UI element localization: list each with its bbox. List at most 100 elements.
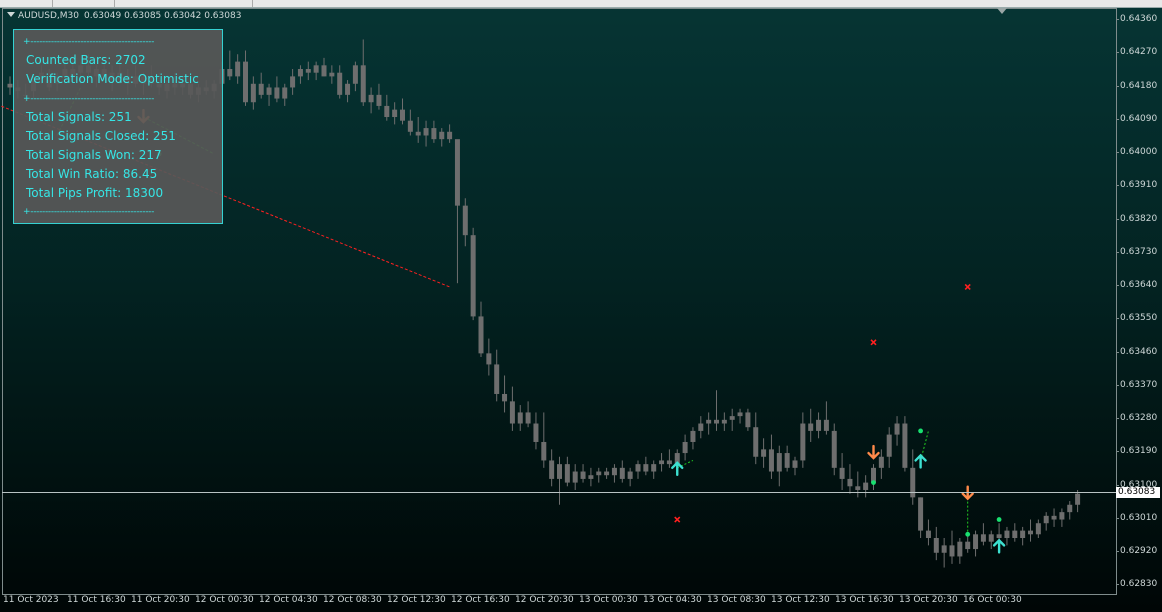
price-tick-mark [1116,185,1119,187]
price-tick-label: 0.63820 [1120,213,1158,224]
price-tick-mark [1116,118,1119,120]
time-tick-label: 12 Oct 12:30 [387,595,446,605]
candle-body [533,423,539,442]
price-tick-mark [1116,551,1119,552]
candle-body [753,427,759,457]
candle-body [1067,504,1073,513]
candle-body [949,545,955,557]
candle-body [470,235,476,317]
stats-panel: +---------------------------------------… [13,29,223,224]
candle-body [1004,530,1010,538]
candle-body [517,412,523,424]
candle-body [337,72,343,95]
price-tick-label: 0.64090 [1120,113,1158,124]
candle-body [266,87,272,95]
candle-body [1020,530,1026,538]
price-tick-label: 0.64360 [1120,14,1158,24]
candle-body [902,423,908,468]
price-tick-label: 0.63910 [1120,180,1158,191]
candle-body [431,128,437,140]
loss-cross-icon [964,283,971,290]
chart-shift-marker-icon[interactable] [997,8,1007,14]
price-tick-label: 0.63640 [1120,280,1158,290]
price-tick-label: 0.64270 [1120,47,1158,58]
sell-arrow-icon [867,444,880,460]
candle-body [274,87,280,99]
candle-body [478,316,484,354]
chart-window[interactable]: AUDUSD,M30 0.63049 0.63085 0.63042 0.6308… [0,0,1162,612]
candle-body [250,83,256,103]
candle-body [243,61,248,103]
price-tick-label: 0.63550 [1120,313,1158,324]
candle-body [933,537,939,553]
candle-body [745,412,751,428]
time-tick-label: 13 Oct 04:30 [643,595,702,605]
candle-body [698,423,704,431]
time-tick-label: 11 Oct 16:30 [67,595,126,605]
loss-cross-icon [674,516,681,523]
candle-body [604,471,610,476]
price-tick-mark [1116,318,1119,320]
candle-body [258,83,264,95]
candle-body [227,69,233,77]
time-tick-label: 12 Oct 04:30 [259,595,318,605]
candle-body [611,467,617,476]
price-tick-label: 0.63190 [1120,446,1158,457]
price-tick-mark [1116,517,1119,519]
candle-body [761,449,767,457]
price-tick-label: 0.63010 [1120,512,1158,523]
price-tick-mark [1116,285,1119,286]
price-tick-mark [1116,218,1119,220]
price-tick-mark [1116,152,1119,153]
candle-body [297,69,303,77]
panel-separator: +---------------------------------------… [23,207,155,217]
price-tick-label: 0.63460 [1120,346,1158,357]
price-tick-mark [1116,584,1119,586]
candle-body [564,464,570,483]
candle-body [290,76,296,88]
candle-body [1075,493,1081,505]
symbol-name: AUDUSD,M30 [18,11,79,21]
time-tick-label: 12 Oct 00:30 [195,595,254,605]
candle-body [839,467,845,479]
candle-body [392,109,398,118]
candle-body [345,83,351,95]
time-tick-label: 13 Oct 12:30 [771,595,830,605]
candle-body [376,94,382,106]
candle-body [957,541,963,557]
candle-body [706,419,712,424]
candle-body [557,464,562,479]
candle-body [800,423,806,461]
candle-body [894,423,900,435]
candle-body [619,467,625,479]
candle-body [235,61,241,77]
price-tick-label: 0.63730 [1120,246,1158,257]
price-tick-mark [1116,484,1119,486]
candle-body [462,205,468,236]
candle-body [588,475,594,479]
candle-body [321,65,327,77]
panel-separator: +---------------------------------------… [23,37,155,47]
candle-body [415,131,421,136]
candle-body [549,460,555,479]
total-signals-won: Total Signals Won: 217 [26,148,162,162]
candle-body [580,471,586,479]
candle-body [1043,515,1049,524]
total-win-ratio: Total Win Ratio: 86.45 [26,167,158,181]
price-tick-mark [1116,351,1119,353]
time-axis[interactable]: 11 Oct 2023 11 Oct 16:30 11 Oct 20:30 12 Oc… [0,594,1116,612]
buy-arrow-icon [914,453,927,469]
candle-body [7,83,13,88]
candle-body [878,456,884,468]
candle-body [329,72,335,77]
price-tick-mark [1116,52,1119,54]
candle-body [941,545,947,553]
candle-body [525,412,531,424]
price-axis[interactable]: 0.64360 0.64270 0.64180 0.64090 0.64000 0.639… [1116,8,1162,594]
candle-body [1012,530,1018,538]
collapse-triangle-icon[interactable] [7,12,15,17]
candle-body [494,364,500,394]
candle-body [784,453,790,468]
candle-body [1035,523,1041,535]
verification-mode: Verification Mode: Optimistic [26,72,199,86]
